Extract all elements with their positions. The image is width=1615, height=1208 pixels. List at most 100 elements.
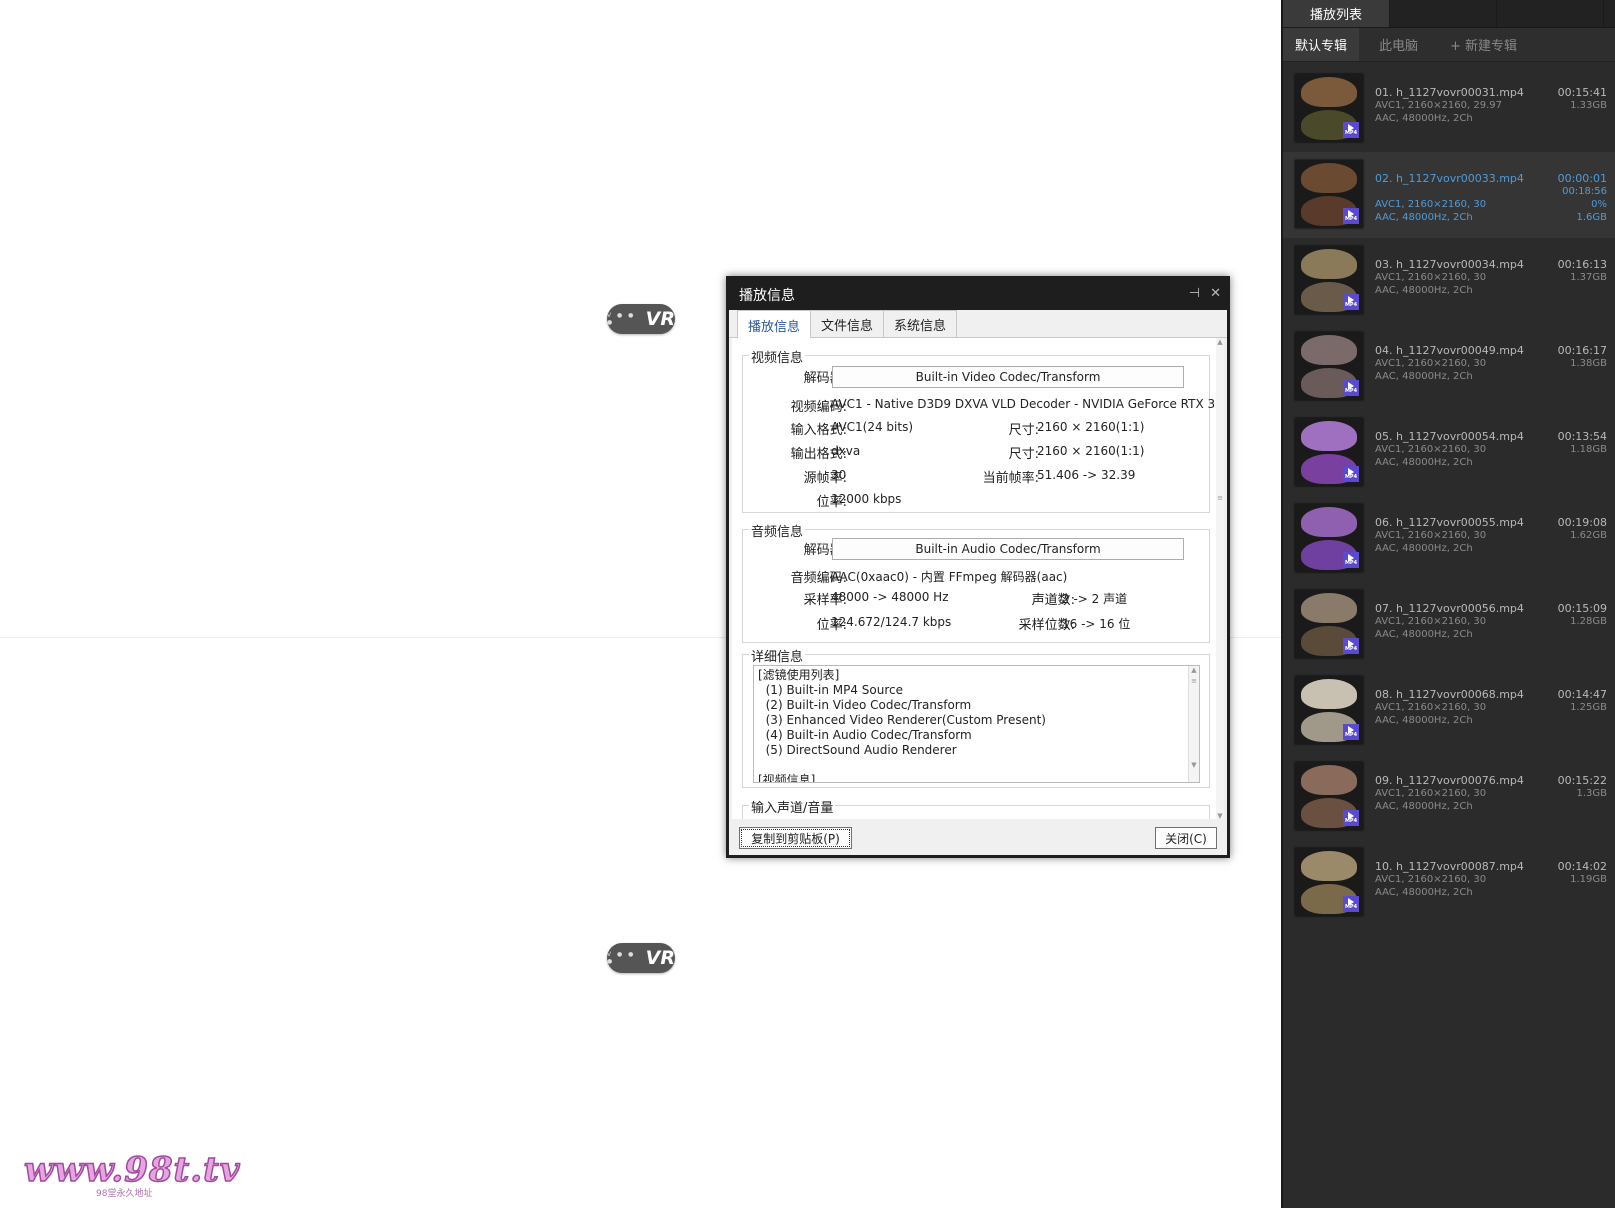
item-filename: 03. h_1127vovr00034.mp4 bbox=[1375, 258, 1524, 271]
mp4-icon: MP4 bbox=[1343, 122, 1359, 138]
video-codec-value: AVC1 - Native D3D9 DXVA VLD Decoder - NV… bbox=[831, 397, 1216, 411]
playlist-item[interactable]: MP4 06. h_1127vovr00055.mp4 AVC1, 2160×2… bbox=[1283, 496, 1615, 582]
mp4-icon: MP4 bbox=[1343, 294, 1359, 310]
playlist-item[interactable]: MP4 01. h_1127vovr00031.mp4 AVC1, 2160×2… bbox=[1283, 66, 1615, 152]
item-audio-meta: AAC, 48000Hz, 2Ch bbox=[1375, 715, 1473, 726]
channel-volume-group: 输入声道/音量 bbox=[742, 797, 1210, 819]
item-filename: 05. h_1127vovr00054.mp4 bbox=[1375, 430, 1524, 443]
mp4-icon: MP4 bbox=[1343, 638, 1359, 654]
item-audio-meta: AAC, 48000Hz, 2Ch bbox=[1375, 801, 1473, 812]
item-video-meta: AVC1, 2160×2160, 30 bbox=[1375, 530, 1487, 541]
item-video-meta: AVC1, 2160×2160, 29.97 bbox=[1375, 100, 1503, 111]
video-thumbnail: MP4 bbox=[1295, 332, 1363, 400]
playlist-item[interactable]: MP4 04. h_1127vovr00049.mp4 AVC1, 2160×2… bbox=[1283, 324, 1615, 410]
video-thumbnail: MP4 bbox=[1295, 418, 1363, 486]
pin-icon[interactable]: ⊣ bbox=[1189, 286, 1200, 301]
playlist-item[interactable]: MP4 02. h_1127vovr00033.mp4 AVC1, 2160×2… bbox=[1283, 152, 1615, 238]
tab-file-info[interactable]: 文件信息 bbox=[810, 310, 885, 337]
item-size: 1.18GB bbox=[1570, 444, 1607, 455]
playlist-item[interactable]: MP4 03. h_1127vovr00034.mp4 AVC1, 2160×2… bbox=[1283, 238, 1615, 324]
item-duration: 00:13:54 bbox=[1557, 430, 1607, 443]
audio-decoder-button[interactable]: Built-in Audio Codec/Transform bbox=[832, 538, 1184, 560]
mp4-icon: MP4 bbox=[1343, 208, 1359, 224]
playlist-item[interactable]: MP4 08. h_1127vovr00068.mp4 AVC1, 2160×2… bbox=[1283, 668, 1615, 754]
detail-line: [视频信息] bbox=[758, 773, 816, 783]
tab-playlist[interactable]: 播放列表 bbox=[1283, 0, 1390, 27]
item-duration: 00:15:41 bbox=[1557, 86, 1607, 99]
item-size: 1.3GB bbox=[1576, 788, 1607, 799]
dialog-scrollbar[interactable]: ▲ ≡ ▼ bbox=[1216, 338, 1224, 820]
video-decoder-button[interactable]: Built-in Video Codec/Transform bbox=[832, 366, 1184, 388]
mp4-icon: MP4 bbox=[1343, 380, 1359, 396]
detail-line: [滤镜使用列表] bbox=[758, 668, 840, 682]
video-thumbnail: MP4 bbox=[1295, 246, 1363, 314]
item-size: 1.38GB bbox=[1570, 358, 1607, 369]
video-thumbnail: MP4 bbox=[1295, 504, 1363, 572]
detail-line: (3) Enhanced Video Renderer(Custom Prese… bbox=[758, 713, 1046, 727]
album-default[interactable]: 默认专辑 bbox=[1283, 28, 1360, 61]
close-icon[interactable]: ✕ bbox=[1210, 286, 1221, 301]
item-audio-meta: AAC, 48000Hz, 2Ch bbox=[1375, 629, 1473, 640]
item-filename: 09. h_1127vovr00076.mp4 bbox=[1375, 774, 1524, 787]
item-filename: 08. h_1127vovr00068.mp4 bbox=[1375, 688, 1524, 701]
playback-info-dialog: 播放信息 ⊣ ✕ 播放信息 文件信息 系统信息 视频信息 解码器: Built-… bbox=[726, 276, 1230, 858]
item-video-meta: AVC1, 2160×2160, 30 bbox=[1375, 358, 1487, 369]
item-duration: 00:16:13 bbox=[1557, 258, 1607, 271]
tab-empty-2[interactable] bbox=[1497, 0, 1604, 27]
detail-line bbox=[758, 758, 1199, 773]
album-this-pc[interactable]: 此电脑 bbox=[1367, 28, 1430, 61]
item-duration: 00:14:47 bbox=[1557, 688, 1607, 701]
mp4-icon: MP4 bbox=[1343, 552, 1359, 568]
item-audio-meta: AAC, 48000Hz, 2Ch bbox=[1375, 457, 1473, 468]
video-thumbnail: MP4 bbox=[1295, 160, 1363, 228]
detail-line: (5) DirectSound Audio Renderer bbox=[758, 743, 957, 757]
playlist-item[interactable]: MP4 05. h_1127vovr00054.mp4 AVC1, 2160×2… bbox=[1283, 410, 1615, 496]
item-duration: 00:15:22 bbox=[1557, 774, 1607, 787]
copy-to-clipboard-button[interactable]: 复制到剪贴板(P) bbox=[739, 827, 852, 849]
new-album-button[interactable]: + 新建专辑 bbox=[1438, 28, 1529, 61]
vr-logo-bottom: V ● ● ● VR bbox=[607, 943, 675, 973]
item-size: 1.28GB bbox=[1570, 616, 1607, 627]
item-size: 1.62GB bbox=[1570, 530, 1607, 541]
detail-info-group: 详细信息 [滤镜使用列表] (1) Built-in MP4 Source (2… bbox=[742, 646, 1210, 788]
item-duration: 00:00:01 bbox=[1557, 172, 1607, 185]
tab-system-info[interactable]: 系统信息 bbox=[883, 310, 958, 337]
item-size: 1.19GB bbox=[1570, 874, 1607, 885]
dialog-titlebar[interactable]: 播放信息 ⊣ ✕ bbox=[729, 279, 1227, 310]
playlist-tabbar: 播放列表 bbox=[1283, 0, 1615, 28]
watermark: www.98t.tv 98堂永久地址 bbox=[23, 1149, 241, 1199]
detail-line: (2) Built-in Video Codec/Transform bbox=[758, 698, 972, 712]
tab-playback-info[interactable]: 播放信息 bbox=[737, 310, 812, 339]
item-video-meta: AVC1, 2160×2160, 30 bbox=[1375, 444, 1487, 455]
item-filename: 10. h_1127vovr00087.mp4 bbox=[1375, 860, 1524, 873]
video-thumbnail: MP4 bbox=[1295, 762, 1363, 830]
item-audio-meta: AAC, 48000Hz, 2Ch bbox=[1375, 887, 1473, 898]
item-filename: 04. h_1127vovr00049.mp4 bbox=[1375, 344, 1524, 357]
item-size: 1.33GB bbox=[1570, 100, 1607, 111]
item-total-duration: 00:18:56 bbox=[1562, 186, 1607, 197]
vr-logo-top: V ● ● ● VR bbox=[607, 304, 675, 334]
item-size: 1.25GB bbox=[1570, 702, 1607, 713]
tab-empty-1[interactable] bbox=[1390, 0, 1497, 27]
dialog-title: 播放信息 bbox=[739, 287, 795, 304]
item-audio-meta: AAC, 48000Hz, 2Ch bbox=[1375, 371, 1473, 382]
detail-textarea[interactable]: [滤镜使用列表] (1) Built-in MP4 Source (2) Bui… bbox=[753, 665, 1200, 783]
detail-line: (4) Built-in Audio Codec/Transform bbox=[758, 728, 972, 742]
item-duration: 00:19:08 bbox=[1557, 516, 1607, 529]
dialog-content: 视频信息 解码器: Built-in Video Codec/Transform… bbox=[732, 338, 1216, 819]
item-video-meta: AVC1, 2160×2160, 30 bbox=[1375, 702, 1487, 713]
video-info-group: 视频信息 解码器: Built-in Video Codec/Transform… bbox=[742, 347, 1216, 513]
mp4-icon: MP4 bbox=[1343, 810, 1359, 826]
item-filename: 07. h_1127vovr00056.mp4 bbox=[1375, 602, 1524, 615]
close-button[interactable]: 关闭(C) bbox=[1155, 827, 1217, 849]
item-video-meta: AVC1, 2160×2160, 30 bbox=[1375, 272, 1487, 283]
item-duration: 00:16:17 bbox=[1557, 344, 1607, 357]
playlist-item[interactable]: MP4 09. h_1127vovr00076.mp4 AVC1, 2160×2… bbox=[1283, 754, 1615, 840]
detail-line: (1) Built-in MP4 Source bbox=[758, 683, 903, 697]
detail-scrollbar[interactable]: ▲ ≡ ▼ bbox=[1188, 666, 1199, 782]
playlist-item[interactable]: MP4 10. h_1127vovr00087.mp4 AVC1, 2160×2… bbox=[1283, 840, 1615, 926]
dialog-footer: 复制到剪贴板(P) 关闭(C) bbox=[729, 819, 1227, 855]
playlist-item[interactable]: MP4 07. h_1127vovr00056.mp4 AVC1, 2160×2… bbox=[1283, 582, 1615, 668]
item-duration: 00:15:09 bbox=[1557, 602, 1607, 615]
item-filename: 01. h_1127vovr00031.mp4 bbox=[1375, 86, 1524, 99]
